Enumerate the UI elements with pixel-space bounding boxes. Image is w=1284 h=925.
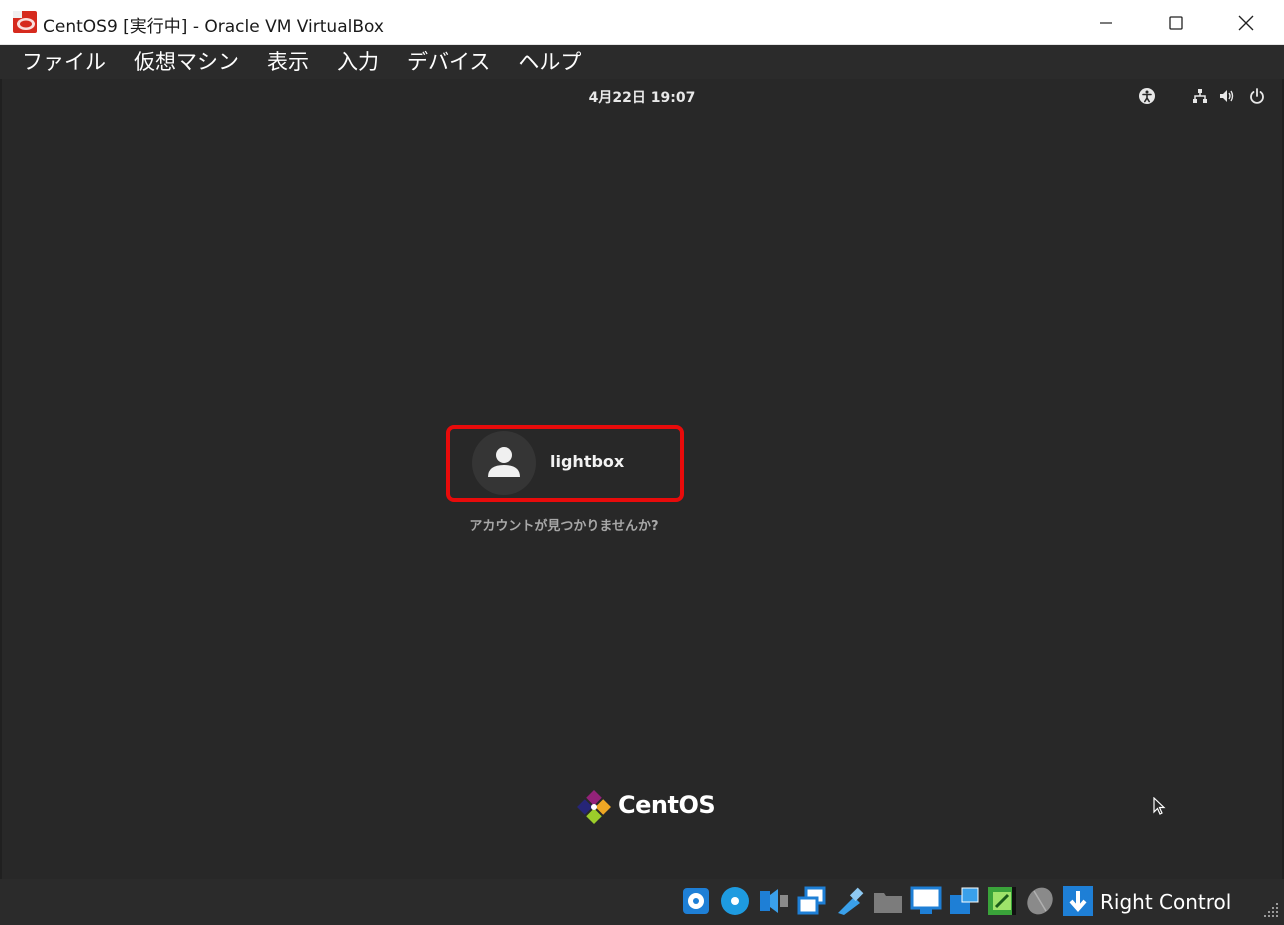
centos-logo: CentOS (576, 787, 716, 827)
not-listed-link[interactable]: アカウントが見つかりませんか? (2, 515, 1126, 534)
close-icon (1238, 15, 1254, 30)
minimize-button[interactable] (1071, 0, 1141, 45)
user-icon (488, 447, 520, 477)
hard-disk-icon[interactable] (680, 885, 712, 917)
usb-icon[interactable] (834, 885, 866, 917)
recording-icon[interactable] (948, 885, 980, 917)
cpu-icon[interactable] (986, 885, 1018, 917)
centos-wordmark: CentOS (618, 791, 716, 819)
minimize-icon (1100, 21, 1112, 24)
window-title-bar: CentOS9 [実行中] - Oracle VM VirtualBox (0, 0, 1284, 45)
menu-file[interactable]: ファイル (8, 45, 120, 79)
menu-help[interactable]: ヘルプ (504, 45, 595, 79)
centos-emblem-icon (577, 790, 611, 824)
status-bar: Right Control (0, 879, 1284, 925)
window-title: CentOS9 [実行中] - Oracle VM VirtualBox (43, 17, 384, 37)
close-button[interactable] (1211, 0, 1281, 45)
mouse-integration-icon[interactable] (1024, 885, 1056, 917)
vm-display[interactable]: 4月22日 19:07 lightbox アカウントが見つかりませんか? Cen… (2, 79, 1282, 879)
audio-icon[interactable] (758, 885, 790, 917)
network-icon[interactable] (1191, 87, 1209, 105)
shared-folders-icon[interactable] (872, 885, 904, 917)
menu-input[interactable]: 入力 (323, 45, 393, 79)
menu-bar: ファイル 仮想マシン 表示 入力 デバイス ヘルプ (0, 45, 1284, 79)
clock[interactable]: 4月22日 19:07 (2, 87, 1282, 107)
accessibility-icon[interactable] (1138, 87, 1156, 105)
resize-grip-icon[interactable] (1262, 901, 1280, 919)
mouse-pointer-icon (1153, 797, 1166, 815)
virtualbox-vm-icon (13, 11, 37, 33)
avatar (472, 431, 536, 495)
user-list-item[interactable]: lightbox (472, 431, 672, 495)
menu-devices[interactable]: デバイス (393, 45, 504, 79)
power-icon[interactable] (1248, 87, 1266, 105)
user-name: lightbox (550, 452, 625, 471)
network-adapter-icon[interactable] (796, 885, 828, 917)
host-key-label[interactable]: Right Control (1100, 890, 1231, 914)
menu-machine[interactable]: 仮想マシン (120, 45, 253, 79)
display-icon[interactable] (910, 885, 942, 917)
optical-disk-icon[interactable] (719, 885, 751, 917)
maximize-icon (1169, 15, 1183, 30)
host-key-arrow-icon[interactable] (1062, 885, 1094, 917)
menu-view[interactable]: 表示 (253, 45, 323, 79)
maximize-button[interactable] (1141, 0, 1211, 45)
volume-icon[interactable] (1218, 87, 1236, 105)
